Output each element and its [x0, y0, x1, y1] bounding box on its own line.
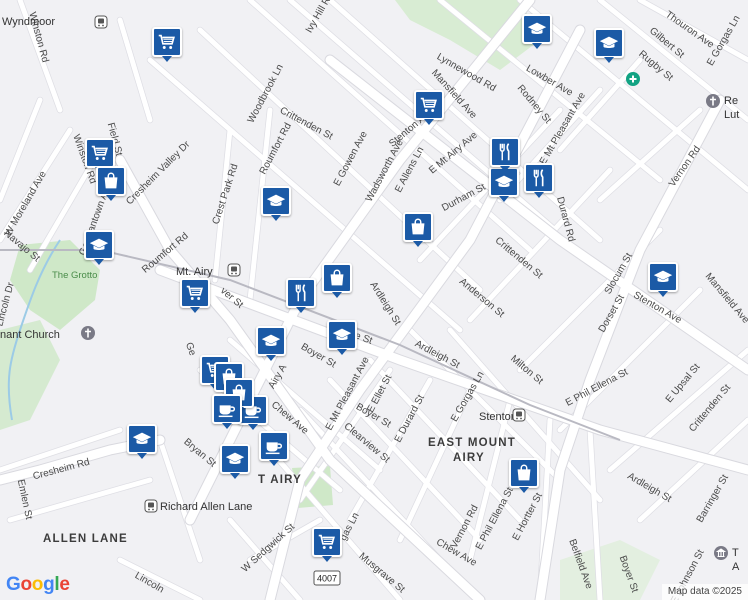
- street-label-lincoln-dr-2: Lincoln Dr: [0, 281, 17, 328]
- fork-knife-icon: [290, 282, 312, 304]
- place-label-t-a-2: A: [732, 561, 740, 573]
- street-label-ardleigh-st-1: Ardleigh St: [367, 280, 402, 328]
- school-icon: [526, 18, 548, 40]
- place-label-mt-airy-station: Mt. Airy: [176, 266, 213, 278]
- poi-marker-grocery[interactable]: [414, 90, 444, 125]
- poi-marker-restaurant[interactable]: [524, 163, 554, 198]
- poi-marker-cafe[interactable]: [212, 394, 242, 429]
- mt-airy-station-icon[interactable]: [227, 263, 241, 277]
- richard-allen-lane-station-icon[interactable]: [144, 499, 158, 513]
- coffee-cup-icon: [216, 398, 238, 420]
- poi-marker-cafe[interactable]: [259, 431, 289, 466]
- museum-icon[interactable]: [714, 546, 728, 560]
- poi-marker-grocery[interactable]: [312, 527, 342, 562]
- cart-icon: [156, 31, 178, 53]
- poi-marker-grocery[interactable]: [85, 138, 115, 173]
- street-label-barringer-st: Barringer St: [695, 473, 731, 525]
- poi-marker-school[interactable]: [648, 262, 678, 297]
- poi-marker-school[interactable]: [594, 28, 624, 63]
- logo-part-6: e: [59, 574, 70, 595]
- google-logo: Google: [6, 574, 70, 596]
- shopping-bag-icon: [326, 267, 348, 289]
- street-label-ge-label: Ge: [183, 341, 198, 358]
- fork-knife-icon: [528, 167, 550, 189]
- wyndmoor-station-icon[interactable]: [94, 15, 108, 29]
- poi-marker-restaurant[interactable]: [490, 137, 520, 172]
- area-label-east-mount-airy-1: EAST MOUNT: [428, 437, 516, 449]
- street-label-crittenden-st-3: Crittenden St: [687, 382, 733, 434]
- shopping-bag-icon: [513, 462, 535, 484]
- poi-marker-restaurant[interactable]: [286, 278, 316, 313]
- area-label-mt-airy-partial: T AIRY: [258, 474, 302, 486]
- lutheran-church-icon[interactable]: [706, 94, 720, 108]
- cart-icon: [184, 282, 206, 304]
- place-label-stenton-station: Stenton: [479, 411, 517, 423]
- cart-icon: [89, 142, 111, 164]
- poi-marker-school[interactable]: [327, 320, 357, 355]
- logo-part-4: g: [43, 574, 55, 595]
- place-label-church: nant Church: [0, 329, 60, 341]
- route-4007-badge: 4007: [313, 570, 341, 586]
- street-label-emlen-st: Emlen St: [15, 478, 34, 520]
- street-label-bryan-st: Bryan St: [181, 437, 218, 470]
- place-label-wyndmoor: Wyndmoor: [2, 16, 55, 28]
- map-attribution[interactable]: Map data ©2025: [661, 584, 748, 600]
- church-icon[interactable]: [81, 326, 95, 340]
- cart-icon: [418, 94, 440, 116]
- place-label-re-lut-2: Lut: [724, 109, 739, 121]
- poi-marker-school[interactable]: [261, 186, 291, 221]
- poi-marker-store[interactable]: [96, 166, 126, 201]
- place-label-t-a-1: T: [732, 547, 739, 559]
- fork-knife-icon: [494, 141, 516, 163]
- map-canvas[interactable]: Winston Rd Ivy Hill RdWoodbrook LnCritten…: [0, 0, 748, 600]
- poi-marker-store[interactable]: [509, 458, 539, 493]
- svg-text:4007: 4007: [317, 574, 337, 584]
- area-label-east-mount-airy-2: AIRY: [453, 452, 485, 464]
- logo-part-1: G: [6, 574, 21, 595]
- street-label-ardleigh-st-3: Ardleigh St: [625, 471, 673, 505]
- poi-marker-school[interactable]: [256, 326, 286, 361]
- shopping-bag-icon: [407, 216, 429, 238]
- street-label-anderson-st: Anderson St: [457, 276, 506, 320]
- stenton-station-icon[interactable]: [512, 408, 526, 422]
- street-label-milton-st: Milton St: [508, 353, 545, 387]
- street-label-musgrave-st: Musgrave St: [357, 551, 407, 596]
- school-icon: [131, 428, 153, 450]
- school-icon: [598, 32, 620, 54]
- poi-marker-school[interactable]: [84, 230, 114, 265]
- poi-marker-grocery[interactable]: [180, 278, 210, 313]
- area-label-allen-lane: ALLEN LANE: [43, 533, 128, 545]
- school-icon: [331, 324, 353, 346]
- poi-marker-grocery[interactable]: [152, 27, 182, 62]
- poi-marker-school[interactable]: [127, 424, 157, 459]
- poi-marker-school[interactable]: [220, 444, 250, 479]
- street-label-mansfield-ave-2: Mansfield Ave: [703, 271, 748, 326]
- school-icon: [88, 234, 110, 256]
- school-icon: [265, 190, 287, 212]
- poi-marker-store[interactable]: [403, 212, 433, 247]
- poi-marker-school[interactable]: [522, 14, 552, 49]
- street-label-vernon-rd-1: Vernon Rd: [667, 144, 703, 189]
- place-label-richard-allen-lane: Richard Allen Lane: [160, 501, 252, 513]
- place-label-the-grotto: The Grotto: [52, 270, 97, 281]
- logo-part-2: o: [20, 574, 32, 595]
- cart-icon: [316, 531, 338, 553]
- school-icon: [260, 330, 282, 352]
- coffee-cup-icon: [263, 435, 285, 457]
- place-label-re-lut-1: Re: [724, 95, 738, 107]
- medical-icon[interactable]: [626, 72, 640, 86]
- shopping-bag-icon: [100, 170, 122, 192]
- school-icon: [224, 448, 246, 470]
- logo-part-3: o: [31, 574, 44, 595]
- school-icon: [652, 266, 674, 288]
- poi-marker-store[interactable]: [322, 263, 352, 298]
- school-icon: [493, 171, 515, 193]
- street-label-cresheim-valley-dr: Cresheim Valley Dr: [124, 139, 193, 208]
